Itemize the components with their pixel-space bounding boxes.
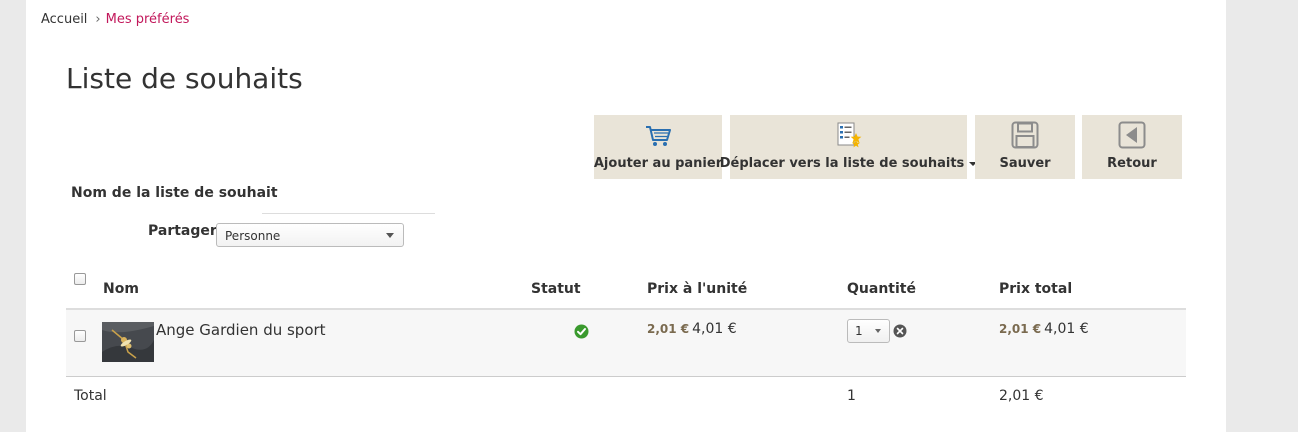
total-price-old: 2,01 €	[999, 322, 1042, 336]
floppy-disk-icon	[1011, 121, 1039, 149]
total-price-cell: 2,01 €4,01 €	[999, 321, 1089, 337]
total-price-current: 4,01 €	[1044, 321, 1089, 337]
breadcrumb-separator: ›	[95, 12, 101, 27]
select-all-checkbox[interactable]	[74, 273, 86, 285]
check-circle-icon	[574, 324, 589, 339]
remove-item-icon[interactable]	[893, 324, 907, 338]
column-header-unit-price: Prix à l'unité	[647, 281, 748, 297]
unit-price-old: 2,01 €	[647, 322, 690, 336]
breadcrumb: Accueil › Mes préférés	[41, 12, 189, 27]
table-row	[66, 310, 1186, 376]
unit-price-current: 4,01 €	[692, 321, 737, 337]
add-to-cart-label: Ajouter au panier	[593, 156, 723, 171]
total-label: Total	[74, 388, 107, 404]
column-header-name: Nom	[103, 281, 139, 297]
back-arrow-icon	[1118, 121, 1146, 149]
wishlist-name-label: Nom de la liste de souhait	[71, 185, 278, 201]
add-to-cart-button[interactable]: Ajouter au panier	[594, 115, 722, 179]
wishlist-stars-icon	[837, 122, 861, 148]
move-to-wishlist-text: Déplacer vers la liste de souhaits	[719, 156, 965, 171]
column-header-status: Statut	[531, 281, 581, 297]
product-thumbnail[interactable]	[102, 322, 154, 362]
save-label: Sauver	[999, 156, 1051, 171]
unit-price-cell: 2,01 €4,01 €	[647, 321, 737, 337]
product-image	[102, 322, 154, 362]
quantity-select-value: 1	[855, 324, 863, 338]
select-arrow-icon	[875, 329, 881, 333]
column-header-quantity: Quantité	[847, 281, 916, 297]
shopping-cart-icon	[646, 126, 671, 146]
total-amount: 2,01 €	[999, 388, 1044, 404]
save-button[interactable]: Sauver	[975, 115, 1075, 179]
product-name-link[interactable]: Ange Gardien du sport	[156, 321, 326, 339]
wishlist-name-input[interactable]	[262, 191, 435, 214]
row-checkbox[interactable]	[74, 330, 86, 342]
breadcrumb-current[interactable]: Mes préférés	[106, 12, 190, 27]
move-to-wishlist-button[interactable]: Déplacer vers la liste de souhaits	[720, 115, 978, 179]
move-to-wishlist-label: Déplacer vers la liste de souhaits	[720, 156, 978, 171]
share-label: Partager	[148, 223, 217, 239]
back-button[interactable]: Retour	[1082, 115, 1182, 179]
breadcrumb-home-link[interactable]: Accueil	[41, 12, 87, 27]
share-select-value: Personne	[225, 229, 281, 243]
page-title: Liste de souhaits	[66, 62, 303, 95]
back-label: Retour	[1107, 156, 1157, 171]
row-divider	[66, 376, 1186, 377]
share-select[interactable]: Personne	[216, 223, 404, 247]
column-header-total-price: Prix total	[999, 281, 1073, 297]
total-quantity: 1	[847, 388, 856, 404]
quantity-select[interactable]: 1	[847, 319, 890, 343]
select-arrow-icon	[386, 233, 394, 238]
